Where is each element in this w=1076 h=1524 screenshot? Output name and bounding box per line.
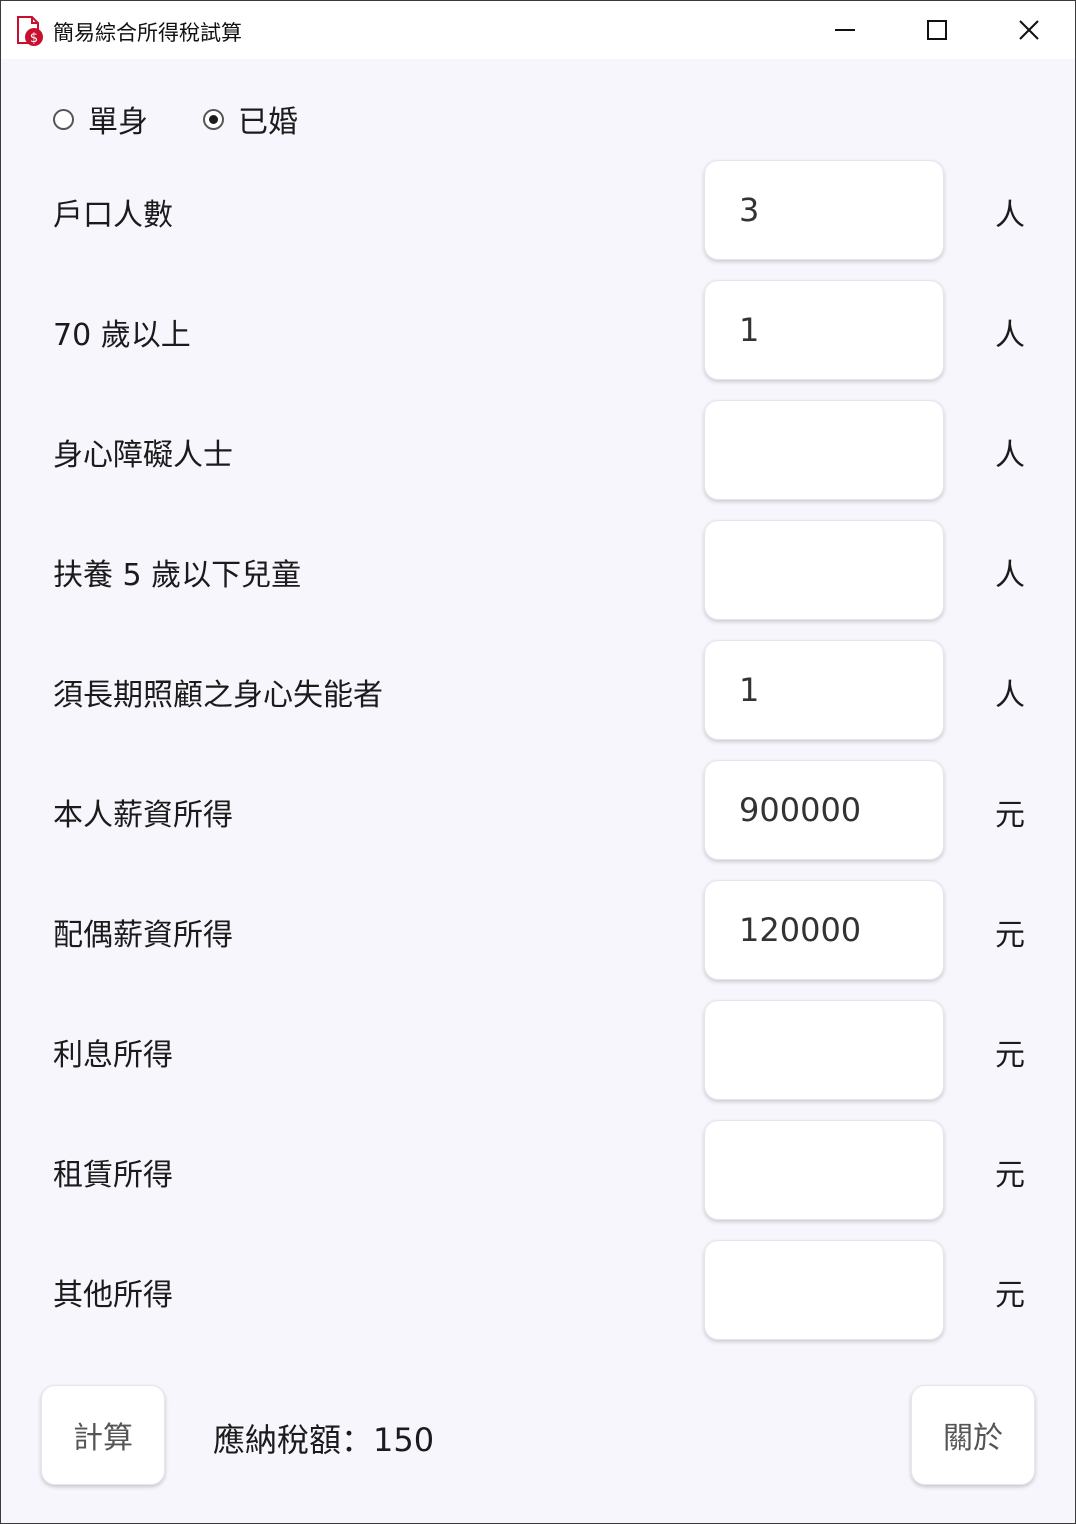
field-label: 身心障礙人士: [53, 438, 233, 473]
rental-income-input[interactable]: [704, 1120, 944, 1220]
window-title: 簡易綜合所得稅試算: [53, 21, 242, 45]
household-count-input[interactable]: [704, 160, 944, 260]
field-label: 扶養 5 歲以下兒童: [53, 558, 302, 593]
field-row-spouse-salary: 配偶薪資所得 元: [1, 880, 1075, 980]
other-income-input[interactable]: [704, 1240, 944, 1340]
radio-single[interactable]: 單身: [53, 97, 148, 141]
minimize-icon: [835, 29, 855, 31]
field-row-children: 扶養 5 歲以下兒童 人: [1, 520, 1075, 620]
disabled-count-input[interactable]: [704, 400, 944, 500]
field-label: 配偶薪資所得: [53, 918, 233, 953]
children-count-input[interactable]: [704, 520, 944, 620]
field-unit: 元: [995, 918, 1025, 953]
app-window: $ 簡易綜合所得稅試算 單身 已婚 戶口人數 人 70 歲以上 人: [0, 0, 1076, 1524]
field-unit: 人: [995, 678, 1025, 713]
field-label: 戶口人數: [53, 198, 173, 233]
close-button[interactable]: [983, 1, 1075, 59]
field-label: 70 歲以上: [53, 318, 191, 353]
radio-circle-single[interactable]: [53, 108, 74, 130]
field-label: 其他所得: [53, 1278, 173, 1313]
field-unit: 元: [995, 1038, 1025, 1073]
maximize-button[interactable]: [891, 1, 983, 59]
field-unit: 元: [995, 798, 1025, 833]
field-unit: 人: [995, 198, 1025, 233]
field-row-own-salary: 本人薪資所得 元: [1, 760, 1075, 860]
title-bar: $ 簡易綜合所得稅試算: [1, 1, 1075, 59]
radio-label-married[interactable]: 已婚: [238, 97, 298, 141]
svg-text:$: $: [30, 31, 38, 46]
field-unit: 人: [995, 558, 1025, 593]
field-row-disabled: 身心障礙人士 人: [1, 400, 1075, 500]
tax-result: 應納稅額：150: [213, 1421, 435, 1459]
field-row-other: 其他所得 元: [1, 1240, 1075, 1340]
spouse-salary-input[interactable]: [704, 880, 944, 980]
field-row-over-70: 70 歲以上 人: [1, 280, 1075, 380]
field-row-long-term-care: 須長期照顧之身心失能者 人: [1, 640, 1075, 740]
radio-married[interactable]: 已婚: [203, 97, 298, 141]
long-term-care-count-input[interactable]: [704, 640, 944, 740]
field-label: 須長期照顧之身心失能者: [53, 678, 383, 713]
about-button[interactable]: 關於: [911, 1385, 1035, 1485]
field-row-rental: 租賃所得 元: [1, 1120, 1075, 1220]
own-salary-input[interactable]: [704, 760, 944, 860]
calculate-button[interactable]: 計算: [41, 1385, 165, 1485]
field-label: 本人薪資所得: [53, 798, 233, 833]
field-label: 租賃所得: [53, 1158, 173, 1193]
over-70-count-input[interactable]: [704, 280, 944, 380]
interest-income-input[interactable]: [704, 1000, 944, 1100]
minimize-button[interactable]: [799, 1, 891, 59]
field-unit: 人: [995, 438, 1025, 473]
field-row-interest: 利息所得 元: [1, 1000, 1075, 1100]
radio-circle-married[interactable]: [203, 108, 224, 130]
field-label: 利息所得: [53, 1038, 173, 1073]
field-unit: 人: [995, 318, 1025, 353]
close-icon: [1019, 20, 1039, 40]
field-unit: 元: [995, 1278, 1025, 1313]
field-unit: 元: [995, 1158, 1025, 1193]
app-icon: $: [15, 15, 45, 47]
field-row-household: 戶口人數 人: [1, 160, 1075, 260]
radio-label-single[interactable]: 單身: [88, 97, 148, 141]
maximize-icon: [927, 20, 947, 40]
